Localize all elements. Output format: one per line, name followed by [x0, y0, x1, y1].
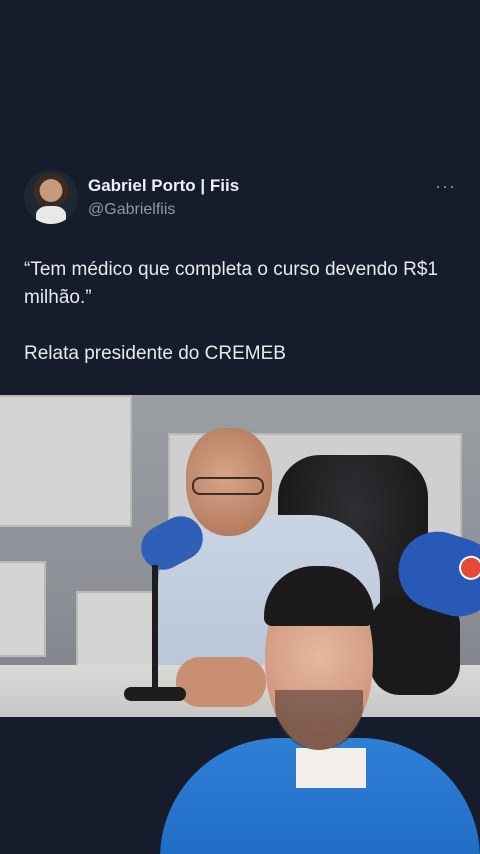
shirt-collar — [296, 748, 366, 788]
webcam-overlay — [160, 560, 480, 854]
tweet-quote: “Tem médico que completa o curso devendo… — [24, 259, 439, 308]
more-options-icon[interactable]: ··· — [435, 176, 456, 197]
wall-panel — [0, 395, 132, 527]
tweet-header: Gabriel Porto | Fiis @Gabrielfiis ··· — [24, 170, 460, 226]
wall-panel — [0, 561, 46, 657]
author-name[interactable]: Gabriel Porto | Fiis — [88, 176, 239, 196]
microphone-stand — [152, 565, 158, 695]
avatar[interactable] — [24, 170, 78, 224]
author-handle[interactable]: @Gabrielfiis — [88, 201, 175, 219]
tweet-text: “Tem médico que completa o curso devendo… — [24, 256, 460, 368]
presenter-hair — [264, 566, 374, 626]
glasses-icon — [192, 477, 264, 495]
tweet-body: Relata presidente do CREMEB — [24, 343, 286, 364]
